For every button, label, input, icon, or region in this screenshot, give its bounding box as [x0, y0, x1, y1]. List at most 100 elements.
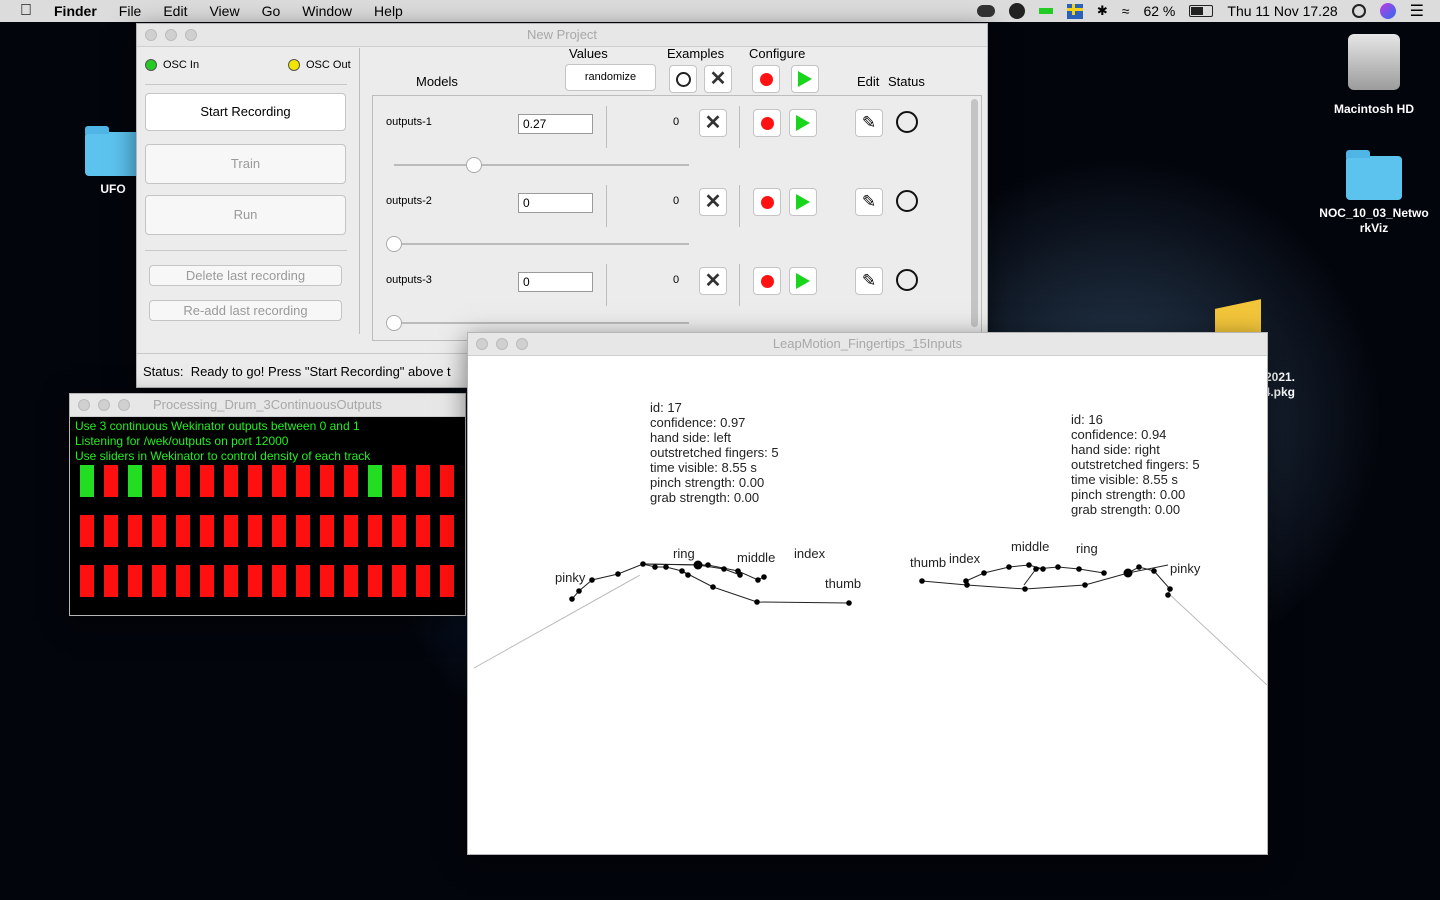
drum-step [344, 515, 358, 547]
finger-joint [963, 578, 969, 584]
battery-percent: 62 % [1143, 3, 1176, 19]
model-status-indicator [896, 190, 918, 212]
minimize-button[interactable] [165, 29, 177, 41]
run-all-button[interactable] [791, 65, 819, 93]
left-finger-label: ring [673, 546, 695, 561]
finger-joint [679, 568, 685, 574]
record-icon [760, 116, 774, 130]
play-icon [796, 194, 810, 210]
drum-step [296, 515, 310, 547]
row-separator [606, 185, 607, 227]
drum-step [152, 465, 166, 497]
search-icon[interactable] [1351, 4, 1366, 18]
train-button[interactable]: Train [145, 144, 346, 184]
run-model-button[interactable] [789, 109, 817, 137]
wifi-icon[interactable]: ≈ [1122, 3, 1130, 19]
scrollbar[interactable] [971, 99, 978, 327]
clock[interactable]: Thu 11 Nov 17.28 [1227, 3, 1337, 19]
zoom-button[interactable] [516, 338, 528, 350]
run-model-button[interactable] [789, 267, 817, 295]
model-slider-knob[interactable] [465, 157, 482, 173]
delete-last-recording-button[interactable]: Delete last recording [149, 265, 342, 286]
drum-step [368, 465, 382, 497]
record-model-button[interactable] [753, 267, 781, 295]
drum-step [152, 565, 166, 597]
flag-icon[interactable] [1066, 3, 1083, 19]
run-model-button[interactable] [789, 188, 817, 216]
pencil-icon: ✎ [861, 271, 877, 290]
row-separator [606, 264, 607, 306]
edit-model-button[interactable]: ✎ [855, 109, 883, 137]
bluetooth-icon[interactable]: ✱ [1097, 3, 1108, 19]
menu-edit[interactable]: Edit [163, 3, 187, 19]
randomize-button[interactable]: randomize [565, 64, 656, 91]
battery-bar-icon[interactable] [1038, 8, 1053, 14]
info-line: Use sliders in Wekinator to control dens… [75, 449, 371, 463]
drum-step [440, 515, 454, 547]
run-button[interactable]: Run [145, 195, 346, 235]
drum-step [128, 465, 142, 497]
delete-examples-button[interactable]: ✕ [699, 109, 727, 137]
siri-icon[interactable] [1379, 3, 1396, 19]
start-recording-button[interactable]: Start Recording [145, 93, 346, 131]
infinity-icon[interactable] [1008, 3, 1025, 19]
model-status-indicator [896, 269, 918, 291]
drum-step [200, 565, 214, 597]
model-value-field[interactable] [518, 193, 593, 213]
minimize-button[interactable] [98, 399, 110, 411]
delete-all-examples-button[interactable]: ✕ [704, 65, 732, 93]
window-titlebar[interactable]: Processing_Drum_3ContinuousOutputs [70, 394, 465, 417]
model-slider-knob[interactable] [386, 315, 402, 331]
window-titlebar[interactable]: New Project [137, 24, 987, 47]
model-slider[interactable] [394, 164, 689, 166]
menu-file[interactable]: File [119, 3, 142, 19]
finger-joint [735, 568, 741, 574]
edit-model-button[interactable]: ✎ [855, 267, 883, 295]
menu-view[interactable]: View [209, 3, 239, 19]
model-slider[interactable] [394, 322, 689, 324]
desktop-disk-macintosh-hd[interactable]: Macintosh HD [1319, 34, 1429, 117]
edit-header: Edit [857, 74, 880, 89]
edit-model-button[interactable]: ✎ [855, 188, 883, 216]
model-value-field[interactable] [518, 272, 593, 292]
model-slider-knob[interactable] [386, 236, 402, 252]
menu-window[interactable]: Window [302, 3, 352, 19]
menu-help[interactable]: Help [374, 3, 403, 19]
drum-step [224, 515, 238, 547]
record-model-button[interactable] [753, 109, 781, 137]
row-separator [739, 106, 740, 148]
perspective-line [1167, 592, 1267, 686]
desktop-folder-noc[interactable]: NOC_10_03_NetworkViz [1319, 150, 1429, 236]
apple-icon[interactable]:  [20, 2, 32, 20]
control-center-icon[interactable]: ☰ [1410, 1, 1424, 21]
minimize-button[interactable] [496, 338, 508, 350]
delete-examples-button[interactable]: ✕ [699, 188, 727, 216]
close-button[interactable] [476, 338, 488, 350]
right-finger-label: ring [1076, 541, 1098, 556]
model-slider[interactable] [394, 243, 689, 245]
creative-cloud-icon[interactable] [976, 5, 995, 17]
desktop-icon-label: NOC_10_03_NetworkViz [1319, 206, 1429, 235]
finger-joint [1136, 564, 1142, 570]
drum-step [440, 565, 454, 597]
finger-joint [1055, 564, 1061, 570]
readd-last-recording-button[interactable]: Re-add last recording [149, 300, 342, 321]
model-value-field[interactable] [518, 114, 593, 134]
close-button[interactable] [145, 29, 157, 41]
finger-joint [640, 561, 646, 567]
configure-header: Configure [749, 46, 806, 61]
finger-joint [589, 577, 595, 583]
zoom-button[interactable] [118, 399, 130, 411]
record-model-button[interactable] [753, 188, 781, 216]
delete-examples-button[interactable]: ✕ [699, 267, 727, 295]
battery-icon[interactable] [1189, 5, 1214, 17]
drum-step [320, 565, 334, 597]
close-button[interactable] [78, 399, 90, 411]
menu-app-name[interactable]: Finder [54, 3, 97, 19]
search-examples-button[interactable] [669, 65, 697, 93]
zoom-button[interactable] [185, 29, 197, 41]
record-all-button[interactable] [752, 65, 780, 93]
right-finger-label: index [949, 551, 981, 566]
window-titlebar[interactable]: LeapMotion_Fingertips_15Inputs [468, 333, 1267, 356]
menu-go[interactable]: Go [262, 3, 281, 19]
